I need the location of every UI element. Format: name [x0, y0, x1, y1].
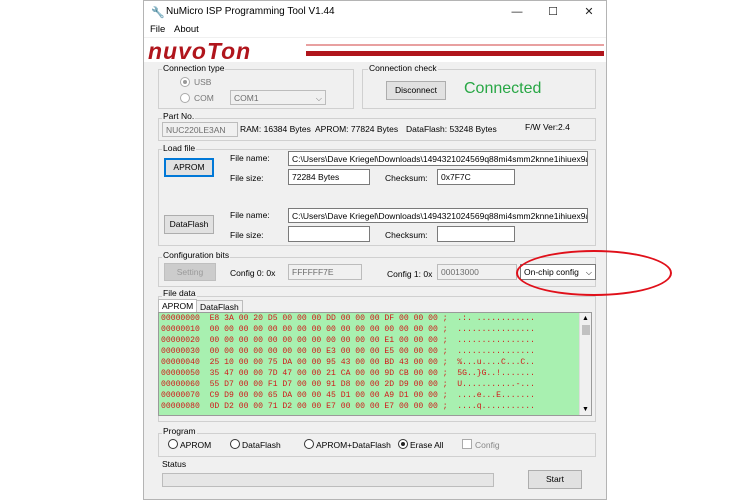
menu-bar: File About: [144, 23, 606, 37]
hex-view[interactable]: 00000000 E8 3A 00 20 D5 00 00 00 DD 00 0…: [158, 312, 592, 416]
aprom-checksum: 0x7F7C: [437, 169, 515, 185]
config-checkbox[interactable]: [462, 439, 472, 449]
chevron-down-icon: ⌵: [315, 94, 322, 103]
usb-radio[interactable]: [180, 77, 190, 87]
part-no-label: Part No.: [162, 111, 196, 121]
progress-bar: [162, 473, 494, 487]
aprom-checksum-label: Checksum:: [385, 173, 428, 183]
usb-label: USB: [194, 77, 212, 87]
aprom-file-size-label: File size:: [230, 173, 264, 183]
hex-row: 00000080 0D D2 00 00 71 D2 00 00 E7 00 0…: [161, 402, 535, 411]
hex-row: 00000030 00 00 00 00 00 00 00 00 E3 00 0…: [161, 347, 535, 356]
firmware-version: F/W Ver:2.4: [525, 122, 570, 132]
com-label: COM: [194, 93, 214, 103]
window-title: NuMicro ISP Programming Tool V1.44: [166, 6, 335, 17]
program-aprom-dataflash-radio[interactable]: [304, 439, 314, 449]
tab-aprom[interactable]: APROM: [158, 299, 198, 312]
hex-row: 00000040 25 10 00 00 75 DA 00 00 95 43 0…: [161, 358, 535, 367]
banner-stripe: [306, 44, 604, 46]
com-radio[interactable]: [180, 93, 190, 103]
minimize-button[interactable]: —: [504, 3, 530, 21]
dataflash-size: DataFlash: 53248 Bytes: [406, 124, 497, 134]
program-aprom-dataflash-label: APROM+DataFlash: [316, 440, 391, 450]
hex-scrollbar[interactable]: ▲ ▼: [579, 313, 591, 415]
dataflash-file-size: [288, 226, 370, 242]
hex-row: 00000010 00 00 00 00 00 00 00 00 00 00 0…: [161, 325, 535, 334]
scroll-up-icon[interactable]: ▲: [582, 315, 589, 322]
program-erase-all-radio[interactable]: [398, 439, 408, 449]
nuvoton-logo: nuvoTon: [148, 38, 252, 64]
connection-status: Connected: [464, 80, 542, 97]
config1-value: 00013000: [437, 264, 517, 280]
hex-row: 00000000 E8 3A 00 20 D5 00 00 00 DD 00 0…: [161, 314, 535, 323]
program-aprom-radio[interactable]: [168, 439, 178, 449]
banner-stripe: [306, 51, 604, 56]
file-data-label: File data: [162, 288, 197, 298]
menu-about[interactable]: About: [174, 24, 199, 35]
part-no-field: NUC220LE3AN: [162, 122, 238, 137]
dataflash-checksum-label: Checksum:: [385, 230, 428, 240]
hex-row: 00000060 55 D7 00 00 F1 D7 00 00 91 D8 0…: [161, 380, 535, 389]
maximize-button[interactable]: ☐: [540, 3, 566, 21]
config-setting-button[interactable]: Setting: [164, 263, 216, 281]
dataflash-file-name-label: File name:: [230, 210, 270, 220]
hex-row: 00000020 00 00 00 00 00 00 00 00 00 00 0…: [161, 336, 535, 345]
disconnect-button[interactable]: Disconnect: [386, 81, 446, 100]
dataflash-checksum: [437, 226, 515, 242]
program-aprom-label: APROM: [180, 440, 212, 450]
close-button[interactable]: ✕: [576, 3, 602, 21]
load-dataflash-button[interactable]: DataFlash: [164, 215, 214, 234]
hex-row: 00000050 35 47 00 00 7D 47 00 00 21 CA 0…: [161, 369, 535, 378]
scroll-down-icon[interactable]: ▼: [582, 406, 589, 413]
config-checkbox-label: Config: [475, 440, 500, 450]
config0-value: FFFFFF7E: [288, 264, 362, 280]
com-port-select[interactable]: COM1 ⌵: [230, 90, 326, 105]
program-label: Program: [162, 426, 197, 436]
config1-label: Config 1: 0x: [387, 269, 433, 279]
start-button[interactable]: Start: [528, 470, 582, 489]
aprom-size: APROM: 77824 Bytes: [315, 124, 399, 134]
connection-type-label: Connection type: [162, 63, 226, 73]
brand-banner: nuvoTon: [144, 38, 606, 64]
config0-label: Config 0: 0x: [230, 268, 276, 278]
title-bar: 🔧 NuMicro ISP Programming Tool V1.44 — ☐…: [144, 1, 606, 23]
scrollbar-thumb[interactable]: [582, 325, 590, 335]
highlight-ellipse: [516, 250, 672, 296]
dataflash-file-path: C:\Users\Dave Kriegel\Downloads\14943210…: [288, 208, 588, 223]
program-dataflash-radio[interactable]: [230, 439, 240, 449]
aprom-file-path: C:\Users\Dave Kriegel\Downloads\14943210…: [288, 151, 588, 166]
load-file-label: Load file: [162, 143, 197, 153]
dataflash-file-size-label: File size:: [230, 230, 264, 240]
menu-file[interactable]: File: [150, 24, 165, 35]
load-aprom-button[interactable]: APROM: [164, 158, 214, 177]
app-icon: 🔧: [151, 7, 165, 19]
com-port-value: COM1: [234, 93, 259, 103]
program-dataflash-label: DataFlash: [242, 440, 281, 450]
config-bits-label: Configuration bits: [162, 250, 231, 260]
program-erase-all-label: Erase All: [410, 440, 444, 450]
aprom-file-name-label: File name:: [230, 153, 270, 163]
aprom-file-size: 72284 Bytes: [288, 169, 370, 185]
app-window: 🔧 NuMicro ISP Programming Tool V1.44 — ☐…: [143, 0, 672, 500]
connection-check-label: Connection check: [368, 63, 438, 73]
hex-row: 00000070 C9 D9 00 00 65 DA 00 00 45 D1 0…: [161, 391, 535, 400]
status-label: Status: [162, 459, 187, 469]
ram-size: RAM: 16384 Bytes: [240, 124, 311, 134]
